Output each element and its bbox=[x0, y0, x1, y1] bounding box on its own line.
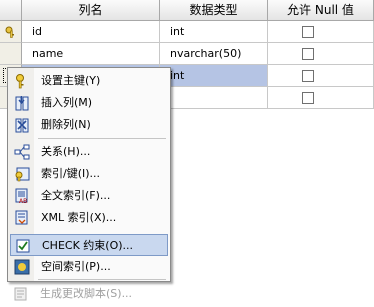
cell-data-type[interactable] bbox=[160, 87, 268, 109]
check-constraint-icon bbox=[16, 239, 30, 253]
row-selector-header bbox=[0, 0, 22, 21]
menu-item-relationships[interactable]: 关系(H)... bbox=[10, 141, 168, 163]
allow-null-checkbox[interactable] bbox=[302, 92, 314, 104]
allow-null-checkbox[interactable] bbox=[302, 26, 314, 38]
cell-column-name[interactable]: name bbox=[22, 43, 160, 65]
generate-script-icon bbox=[14, 287, 27, 301]
xml-index-icon bbox=[15, 210, 28, 225]
primary-key-icon bbox=[16, 74, 24, 89]
column-header-name[interactable]: 列名 bbox=[22, 0, 160, 21]
relationships-icon bbox=[14, 144, 30, 160]
cell-allow-null[interactable] bbox=[268, 43, 374, 65]
menu-item-set-primary-key[interactable]: 设置主键(Y) bbox=[10, 70, 168, 92]
row-selector-name[interactable] bbox=[0, 43, 22, 65]
cell-allow-null[interactable] bbox=[268, 21, 374, 43]
cell-allow-null[interactable] bbox=[268, 65, 374, 87]
menu-item-xml-index[interactable]: XML 索引(X)... bbox=[10, 207, 168, 229]
index-key-icon bbox=[15, 167, 30, 182]
svg-text:AB: AB bbox=[19, 198, 27, 204]
insert-column-icon bbox=[15, 96, 29, 111]
delete-column-icon bbox=[15, 118, 29, 133]
cell-data-type[interactable]: nvarchar(50) bbox=[160, 43, 268, 65]
allow-null-checkbox[interactable] bbox=[302, 70, 314, 82]
primary-key-icon bbox=[5, 26, 14, 38]
menu-item-check-constraints[interactable]: CHECK 约束(O)... bbox=[10, 234, 168, 256]
menu-item-delete-column[interactable]: 删除列(N) bbox=[10, 114, 168, 136]
row-selector-id[interactable] bbox=[0, 21, 22, 43]
menu-item-indexes-keys[interactable]: 索引/键(I)... bbox=[10, 163, 168, 185]
cell-column-name[interactable]: id bbox=[22, 21, 160, 43]
allow-null-checkbox[interactable] bbox=[302, 48, 314, 60]
menu-item-generate-change-script: 生成更改脚本(S)... bbox=[9, 283, 167, 305]
cell-allow-null[interactable] bbox=[268, 87, 374, 109]
spatial-index-icon bbox=[14, 259, 30, 275]
menu-item-spatial-index[interactable]: 空间索引(P)... bbox=[10, 256, 168, 278]
menu-item-insert-column[interactable]: 插入列(M) bbox=[10, 92, 168, 114]
column-header-datatype[interactable]: 数据类型 bbox=[160, 0, 268, 21]
menu-item-fulltext-index[interactable]: AB 全文索引(F)... bbox=[10, 185, 168, 207]
cell-data-type[interactable]: int bbox=[160, 65, 268, 87]
menu-separator bbox=[38, 138, 166, 139]
fulltext-index-icon: AB bbox=[15, 188, 28, 204]
context-menu: 设置主键(Y) 插入列(M) 删除列(N) 关系(H)... 索引/键(I)..… bbox=[7, 67, 171, 282]
cell-data-type[interactable]: int bbox=[160, 21, 268, 43]
column-header-allow-null[interactable]: 允许 Null 值 bbox=[268, 0, 374, 21]
menu-separator bbox=[38, 279, 166, 280]
